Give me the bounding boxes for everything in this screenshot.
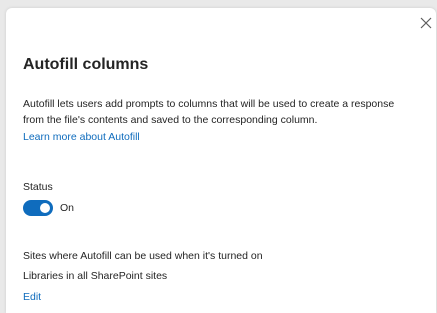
autofill-settings-panel — [6, 8, 436, 313]
status-label: Status — [23, 181, 53, 193]
close-icon-glyph — [420, 17, 432, 29]
dialog-description: Autofill lets users add prompts to colum… — [23, 98, 395, 126]
toggle-knob — [40, 203, 50, 213]
autofill-toggle[interactable] — [23, 200, 53, 216]
dialog-title: Autofill columns — [23, 56, 149, 73]
edit-link[interactable]: Edit — [23, 291, 41, 303]
sites-label: Sites where Autofill can be used when it… — [23, 250, 263, 262]
learn-more-link[interactable]: Learn more about Autofill — [23, 131, 140, 143]
sites-value: Libraries in all SharePoint sites — [23, 270, 168, 282]
close-icon[interactable] — [418, 15, 434, 31]
toggle-state-label: On — [60, 202, 75, 214]
